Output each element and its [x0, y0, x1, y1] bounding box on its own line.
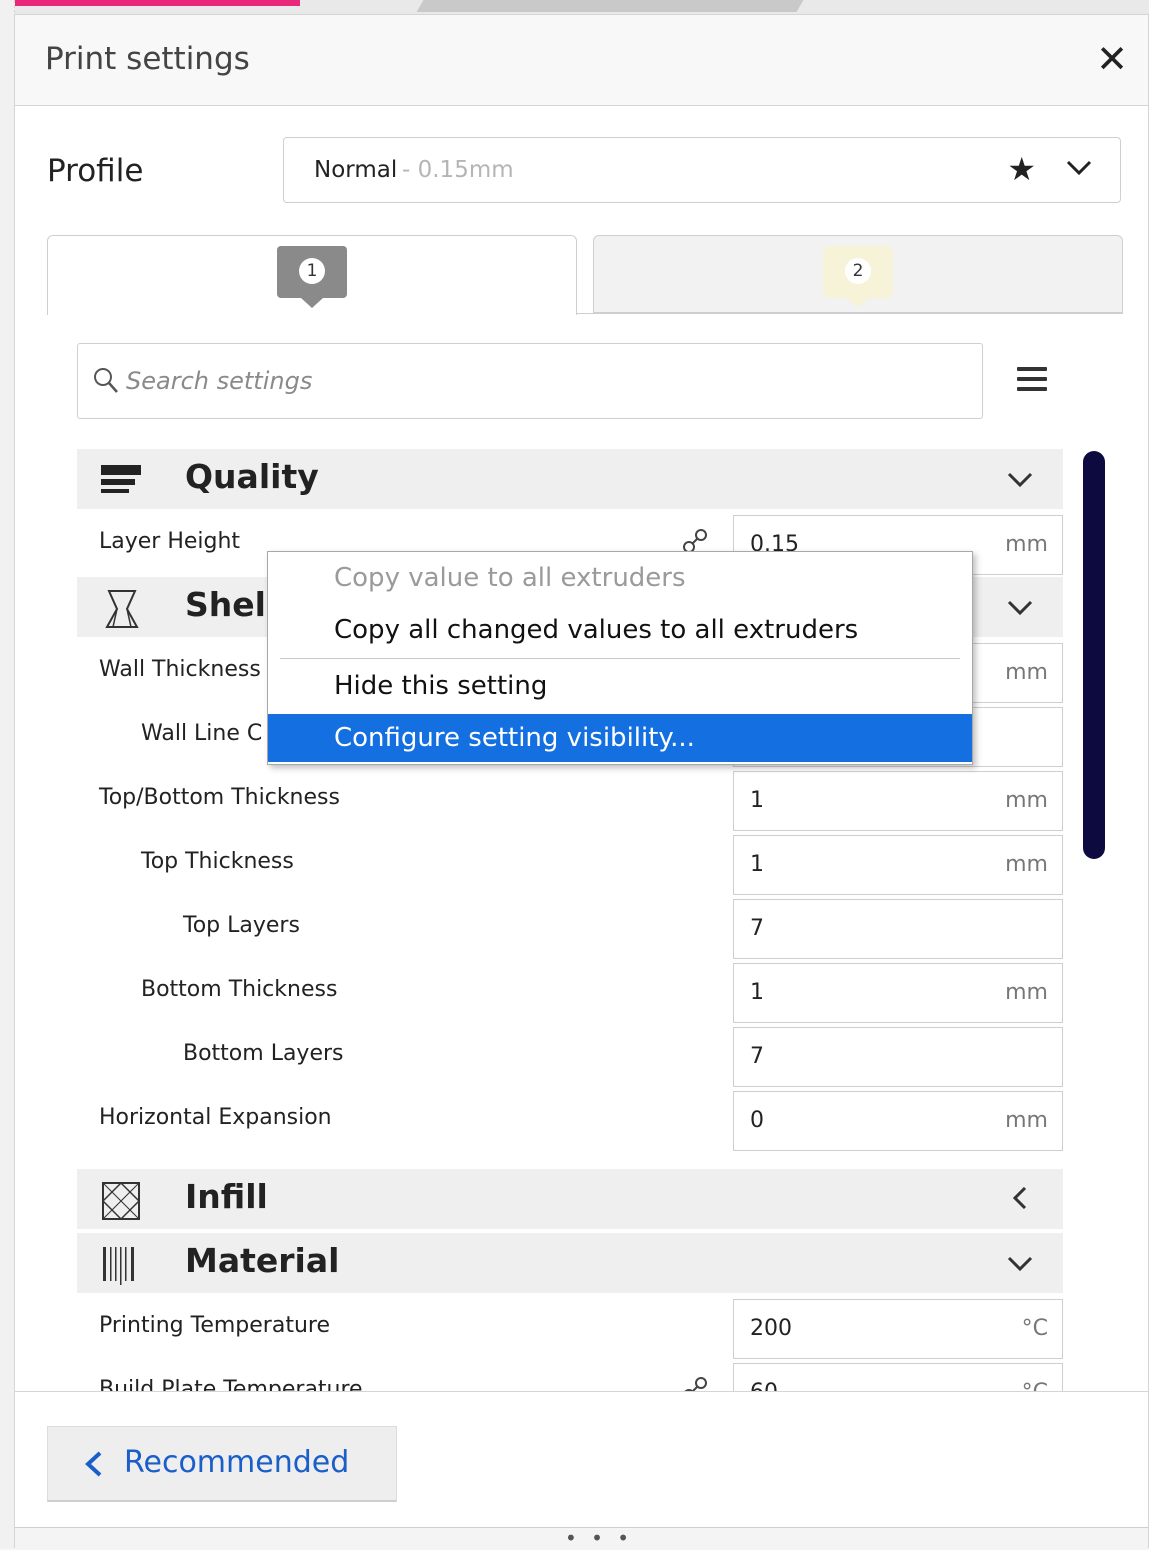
category-title: Infill — [185, 1177, 268, 1216]
field-value: 1 — [750, 788, 764, 813]
link-icon[interactable] — [679, 1373, 715, 1393]
menu-item-configure-setting-visibility[interactable]: Configure setting visibility... — [268, 714, 972, 762]
setting-row-horizontal-expansion: Horizontal Expansion 0 mm — [77, 1089, 1063, 1153]
tab-extruder-1[interactable]: 1 — [47, 235, 577, 315]
setting-label: Top/Bottom Thickness — [99, 785, 340, 810]
chevron-down-icon — [1007, 600, 1033, 616]
recommended-label: Recommended — [124, 1445, 350, 1480]
field-unit: mm — [1005, 660, 1048, 685]
search-icon — [94, 368, 118, 393]
print-settings-panel: Print settings ✕ Profile Normal - 0.15mm… — [14, 14, 1149, 1550]
menu-separator — [280, 658, 960, 659]
category-material[interactable]: Material — [77, 1233, 1063, 1293]
menu-item-label: Hide this setting — [334, 671, 548, 701]
category-infill[interactable]: Infill — [77, 1169, 1063, 1229]
setting-row-bottom-layers: Bottom Layers 7 — [77, 1025, 1063, 1089]
field-value: 1 — [750, 852, 764, 877]
bottom-thickness-field[interactable]: 1 mm — [733, 963, 1063, 1023]
field-value: 7 — [750, 916, 764, 941]
setting-label: Bottom Thickness — [141, 977, 338, 1002]
chevron-down-icon — [1007, 1256, 1033, 1272]
top-layers-field[interactable]: 7 — [733, 899, 1063, 959]
field-unit: mm — [1005, 852, 1048, 877]
top-thickness-field[interactable]: 1 mm — [733, 835, 1063, 895]
extruder-1-icon: 1 — [277, 246, 347, 308]
material-icon — [103, 1247, 134, 1285]
viewport-left-edge — [0, 0, 15, 1548]
panel-title: Print settings — [45, 41, 250, 77]
search-box — [77, 343, 983, 419]
printing-temperature-field[interactable]: 200 °C — [733, 1299, 1063, 1359]
field-value: 7 — [750, 1044, 764, 1069]
tab-divider — [577, 313, 1123, 314]
chevron-down-icon — [1007, 472, 1033, 488]
setting-row-top-bottom-thickness: Top/Bottom Thickness 1 mm — [77, 769, 1063, 833]
panel-resize-handle[interactable]: • • • — [15, 1526, 1148, 1550]
field-unit: mm — [1005, 980, 1048, 1005]
panel-header: Print settings ✕ — [15, 15, 1148, 106]
background-shape — [416, 0, 804, 12]
category-title: Quality — [185, 457, 319, 496]
shell-icon — [105, 590, 139, 628]
setting-label: Top Layers — [183, 913, 300, 938]
setting-row-top-thickness: Top Thickness 1 mm — [77, 833, 1063, 897]
setting-label: Printing Temperature — [99, 1313, 330, 1338]
build-plate-temperature-field[interactable]: 60 °C — [733, 1363, 1063, 1393]
drag-handle-icon: • • • — [565, 1526, 634, 1550]
background-accent-bar — [0, 0, 300, 6]
tab-extruder-2[interactable]: 2 — [593, 235, 1123, 313]
category-title: Material — [185, 1241, 340, 1280]
settings-scrollbar[interactable] — [1083, 451, 1105, 859]
extruder-number: 2 — [845, 258, 871, 284]
menu-item-copy-value-to-all-extruders[interactable]: Copy value to all extruders — [268, 554, 972, 606]
context-menu: Copy value to all extruders Copy all cha… — [267, 551, 973, 765]
field-value: 200 — [750, 1316, 792, 1341]
chevron-down-icon — [1066, 160, 1092, 176]
setting-row-bottom-thickness: Bottom Thickness 1 mm — [77, 961, 1063, 1025]
setting-label: Wall Line C — [141, 721, 263, 746]
category-quality[interactable]: Quality — [77, 449, 1063, 509]
menu-item-copy-all-changed-values[interactable]: Copy all changed values to all extruders — [268, 606, 972, 658]
field-unit: mm — [1005, 1108, 1048, 1133]
menu-item-label: Configure setting visibility... — [334, 723, 695, 753]
bottom-layers-field[interactable]: 7 — [733, 1027, 1063, 1087]
recommended-button[interactable]: Recommended — [47, 1426, 397, 1502]
setting-label: Horizontal Expansion — [99, 1105, 332, 1130]
search-input[interactable] — [124, 358, 948, 404]
menu-item-hide-this-setting[interactable]: Hide this setting — [268, 662, 972, 714]
field-unit: mm — [1005, 532, 1048, 557]
top-bottom-thickness-field[interactable]: 1 mm — [733, 771, 1063, 831]
field-unit: mm — [1005, 788, 1048, 813]
setting-label: Bottom Layers — [183, 1041, 344, 1066]
star-icon[interactable]: ★ — [1007, 150, 1036, 188]
horizontal-expansion-field[interactable]: 0 mm — [733, 1091, 1063, 1151]
close-icon[interactable]: ✕ — [1096, 37, 1128, 81]
setting-row-build-plate-temperature: Build Plate Temperature 60 °C — [77, 1361, 1063, 1393]
field-unit: °C — [1021, 1316, 1048, 1341]
chevron-left-icon — [85, 1451, 102, 1477]
setting-label: Layer Height — [99, 529, 241, 554]
menu-item-label: Copy all changed values to all extruders — [334, 615, 859, 645]
field-value: 0 — [750, 1108, 764, 1133]
extruder-number: 1 — [299, 258, 325, 284]
profile-name: Normal — [314, 157, 398, 183]
category-title: Shell — [185, 585, 278, 624]
setting-label: Top Thickness — [141, 849, 294, 874]
settings-menu-icon[interactable] — [1017, 367, 1047, 397]
setting-row-top-layers: Top Layers 7 — [77, 897, 1063, 961]
infill-icon — [102, 1181, 141, 1221]
quality-icon — [101, 465, 141, 493]
extruder-2-icon: 2 — [823, 246, 893, 308]
chevron-left-icon — [1012, 1187, 1027, 1209]
profile-label: Profile — [47, 153, 144, 189]
menu-item-label: Copy value to all extruders — [334, 563, 686, 593]
setting-label: Wall Thickness — [99, 657, 261, 682]
profile-layer-height: - 0.15mm — [402, 157, 514, 183]
profile-dropdown[interactable]: Normal - 0.15mm ★ — [283, 137, 1121, 203]
field-value: 1 — [750, 980, 764, 1005]
setting-row-printing-temperature: Printing Temperature 200 °C — [77, 1297, 1063, 1361]
